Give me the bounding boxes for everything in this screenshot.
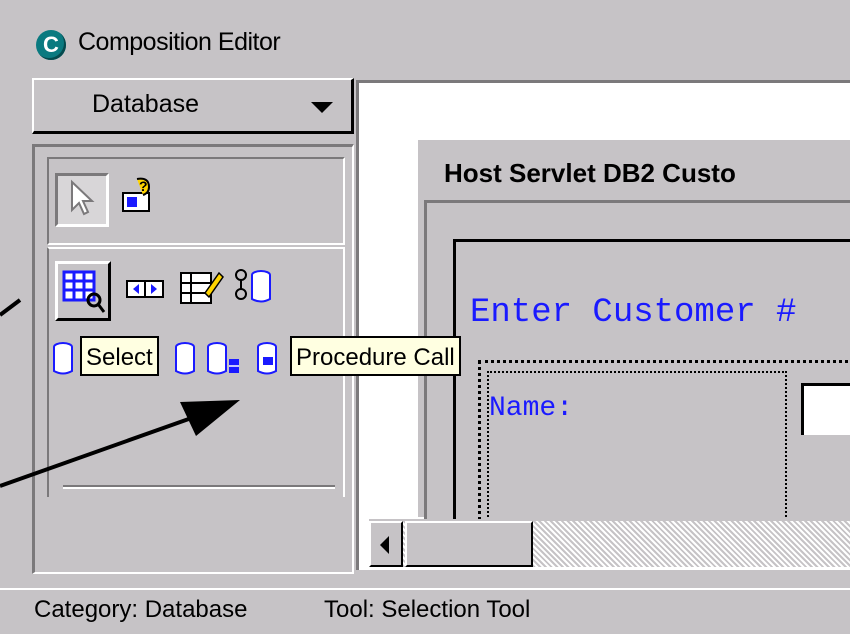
arrow-left-icon: [380, 536, 389, 554]
tool-group-general: ?: [47, 157, 345, 245]
bean-icon: ?: [122, 177, 151, 212]
status-tool: Tool: Selection Tool: [324, 596, 531, 623]
chevron-down-icon[interactable]: [311, 102, 333, 113]
status-bar: Category: Database Tool: Selection Tool: [0, 588, 850, 634]
frame-content: Enter Customer # Name:: [424, 200, 850, 541]
database-table-icon: [207, 342, 239, 375]
form-area[interactable]: Enter Customer # Name:: [453, 239, 850, 541]
scroll-left-button[interactable]: [369, 521, 403, 567]
navigator-icon: [126, 280, 164, 298]
horizontal-scrollbar[interactable]: [369, 519, 850, 567]
title-bar: C Composition Editor: [14, 14, 850, 74]
form-editor-icon: [180, 271, 224, 304]
select-icon: [62, 270, 106, 313]
procedure-call-icon: [235, 269, 271, 303]
category-dropdown[interactable]: Database: [32, 78, 354, 134]
design-canvas[interactable]: Host Servlet DB2 Custo Enter Customer # …: [356, 80, 850, 570]
selection-tool-icon: [71, 179, 95, 216]
palette-panel: Database ?: [14, 74, 354, 574]
enter-customer-label[interactable]: Enter Customer #: [470, 294, 796, 332]
frame-title: Host Servlet DB2 Custo: [444, 158, 736, 188]
window-title: Composition Editor: [78, 28, 281, 56]
bean-button[interactable]: ?: [115, 173, 169, 227]
name-label[interactable]: Name:: [489, 393, 573, 424]
palette-separator: [63, 485, 335, 489]
name-input[interactable]: [801, 383, 850, 435]
select-tool-button[interactable]: [55, 261, 111, 321]
name-cell[interactable]: Name:: [487, 371, 787, 541]
tooltip-select: Select: [80, 336, 159, 376]
database-table-button[interactable]: [199, 335, 253, 389]
procedure-call-button[interactable]: [231, 263, 285, 317]
tooltip-procedure-call: Procedure Call: [290, 336, 461, 376]
svg-text:?: ?: [139, 178, 148, 194]
app-logo-icon: C: [36, 30, 66, 60]
scroll-thumb[interactable]: [405, 521, 533, 567]
category-dropdown-value: Database: [92, 90, 200, 118]
form-editor-button[interactable]: [177, 263, 231, 317]
name-panel[interactable]: Name:: [478, 360, 850, 541]
status-category: Category: Database: [34, 596, 248, 623]
navigator-button[interactable]: [123, 263, 177, 317]
selection-tool-button[interactable]: [55, 173, 109, 227]
servlet-frame[interactable]: Host Servlet DB2 Custo Enter Customer # …: [415, 137, 850, 541]
